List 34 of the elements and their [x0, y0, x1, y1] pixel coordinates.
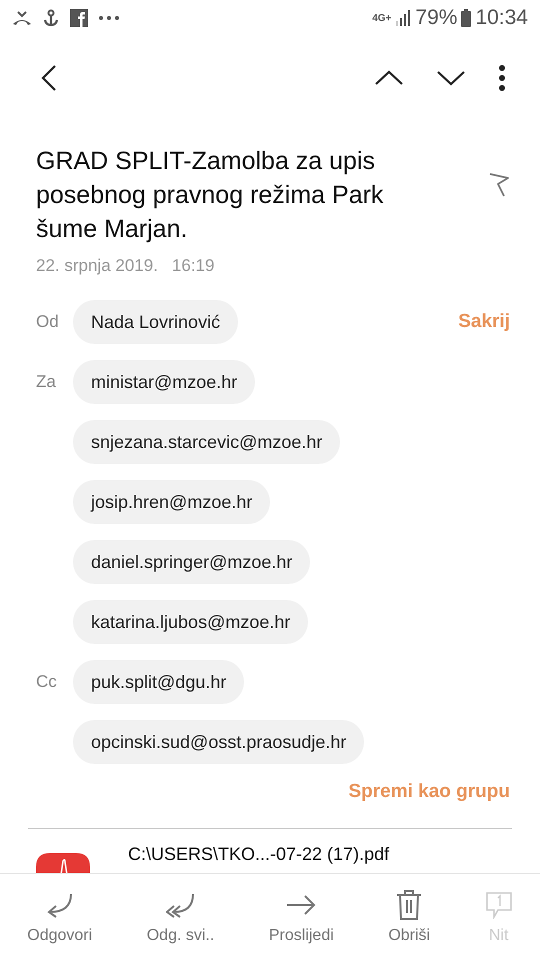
action-button[interactable]: Odg. svi.. [138, 889, 222, 945]
battery-icon [461, 9, 472, 27]
recipient-chip[interactable]: ministar@mzoe.hr [73, 360, 256, 404]
recipient-chip[interactable]: josip.hren@mzoe.hr [73, 480, 270, 524]
attachment-name[interactable]: C:\USERS\TKO...-07-22 (17).pdf [128, 843, 390, 865]
field-label: Od [36, 311, 60, 333]
action-button[interactable]: Obriši [380, 889, 438, 945]
missed-call-icon [12, 10, 32, 26]
recipient-chip[interactable]: katarina.ljubos@mzoe.hr [73, 600, 308, 644]
field-label: Cc [36, 671, 58, 693]
more-notifications-icon [98, 15, 120, 21]
signal-icon [395, 10, 412, 26]
reply-icon [46, 892, 74, 918]
speech-bubble-icon [484, 891, 513, 919]
network-type: 4G+ [372, 12, 392, 24]
trash-icon [396, 890, 422, 920]
battery-percent: 79% [415, 6, 458, 30]
field-label: Za [36, 371, 57, 393]
clock: 10:34 [475, 6, 528, 30]
anchor-icon [42, 9, 60, 27]
recipient-chip[interactable]: snjezana.starcevic@mzoe.hr [73, 420, 340, 464]
action-button[interactable]: Odgovori [19, 889, 100, 945]
email-subject: GRAD SPLIT-Zamolba za upis posebnog pravnog režima Park šume Marjan. [36, 146, 384, 245]
recipient-chip[interactable]: Nada Lovrinović [73, 300, 238, 344]
email-date: 22. srpnja 2019. [36, 256, 158, 276]
recipient-chip[interactable]: opcinski.sud@osst.praosudje.hr [73, 720, 364, 764]
email-time: 16:19 [172, 256, 214, 276]
facebook-icon [70, 9, 88, 27]
more-options-icon [498, 65, 506, 91]
forward-arrow-icon [286, 894, 316, 916]
recipient-chip[interactable]: puk.split@dgu.hr [73, 660, 244, 704]
reply-all-icon [166, 892, 196, 918]
recipient-chip[interactable]: daniel.springer@mzoe.hr [73, 540, 310, 584]
action-button[interactable]: Proslijedi [260, 889, 342, 945]
